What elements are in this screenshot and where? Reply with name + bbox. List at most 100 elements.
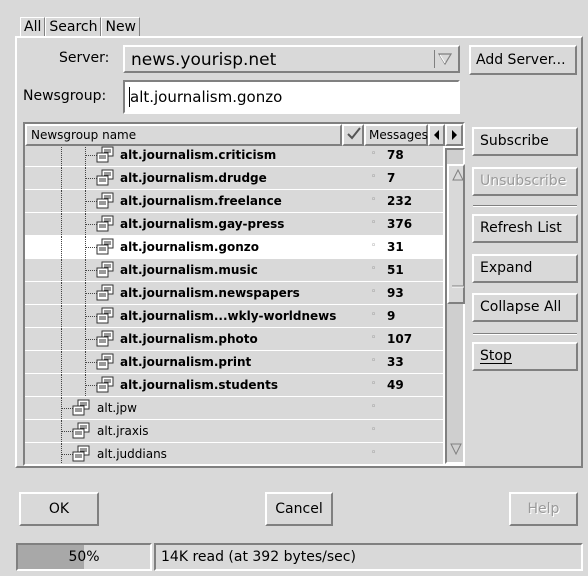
tree-line	[61, 236, 62, 258]
newsgroup-name: alt.journalism.students	[120, 378, 278, 392]
list-item[interactable]: alt.journalism.drudge ◦ 7	[25, 167, 443, 189]
scroll-left-button[interactable]	[428, 124, 445, 146]
help-button[interactable]: Help	[509, 492, 578, 526]
tab-search[interactable]: Search	[45, 17, 102, 37]
newsgroup-name: alt.journalism.print	[120, 355, 252, 369]
help-label: Help	[527, 501, 560, 517]
expand-button[interactable]: Expand	[472, 254, 578, 283]
newsgroup-icon	[95, 146, 115, 168]
newsgroup-name: alt.journalism.criticism	[120, 148, 277, 162]
message-count: 232	[387, 194, 413, 208]
list-item[interactable]: alt.jraxis ◦	[25, 420, 443, 442]
subscribed-indicator: ◦	[371, 333, 377, 343]
tree-line	[61, 374, 62, 396]
newsgroup-name: alt.journalism.music	[120, 263, 258, 277]
subscribed-indicator: ◦	[371, 218, 377, 228]
tree-line	[61, 305, 62, 327]
left-arrow-icon	[434, 130, 439, 140]
list-item[interactable]: alt.jpw ◦	[25, 397, 443, 419]
subscribed-indicator: ◦	[371, 356, 377, 366]
tab-new[interactable]: New	[101, 17, 141, 37]
message-count: 107	[387, 332, 413, 346]
list-item[interactable]: alt.journalism...wkly-worldnews ◦ 9	[25, 305, 443, 327]
subscribed-indicator: ◦	[371, 379, 377, 389]
tree-line	[61, 190, 62, 212]
newsgroup-icon	[95, 169, 115, 191]
right-arrow-icon	[452, 130, 457, 140]
subscribed-indicator: ◦	[371, 241, 377, 251]
subscribed-indicator: ◦	[371, 287, 377, 297]
checkmark-icon	[347, 127, 361, 140]
list-item[interactable]: alt.journalism.criticism ◦ 78	[25, 146, 443, 166]
ok-button[interactable]: OK	[19, 492, 99, 526]
scrollbar-thumb[interactable]	[447, 164, 465, 304]
newsgroup-icon	[95, 376, 115, 398]
dropdown-arrow-icon[interactable]	[434, 50, 454, 68]
newsgroup-name: alt.jraxis	[97, 424, 149, 438]
scroll-right-button[interactable]	[445, 124, 463, 146]
list-item[interactable]: alt.journalism.photo ◦ 107	[25, 328, 443, 350]
column-header-subscribed[interactable]	[342, 124, 364, 146]
newsgroup-label: Newsgroup:	[23, 88, 107, 104]
tab-bar: All Search New	[20, 17, 141, 38]
stop-button[interactable]: Stop	[472, 342, 578, 371]
list-item[interactable]: alt.journalism.gonzo ◦ 31	[25, 236, 443, 258]
separator	[473, 333, 577, 335]
unsubscribe-label: Unsubscribe	[480, 173, 567, 189]
tab-all[interactable]: All	[20, 17, 46, 38]
newsgroup-name: alt.journalism.gay-press	[120, 217, 285, 231]
unsubscribe-button[interactable]: Unsubscribe	[472, 167, 578, 196]
newsgroup-name: alt.journalism.drudge	[120, 171, 267, 185]
newsgroup-list[interactable]: Newsgroup name Messages alt.journalism.c…	[23, 122, 465, 466]
scroll-up-arrow-icon	[452, 168, 464, 181]
cancel-button[interactable]: Cancel	[265, 492, 333, 526]
refresh-list-button[interactable]: Refresh List	[472, 214, 578, 243]
separator	[473, 205, 577, 207]
newsgroup-icon	[95, 330, 115, 352]
vertical-scrollbar[interactable]	[445, 148, 465, 464]
list-item[interactable]: alt.juddians ◦	[25, 443, 443, 464]
subscribe-button[interactable]: Subscribe	[472, 127, 578, 156]
status-message: 14K read (at 392 bytes/sec)	[154, 543, 583, 571]
list-item[interactable]: alt.journalism.gay-press ◦ 376	[25, 213, 443, 235]
newsgroup-name: alt.juddians	[97, 447, 167, 461]
list-item[interactable]: alt.journalism.newspapers ◦ 93	[25, 282, 443, 304]
subscribed-indicator: ◦	[371, 425, 377, 435]
newsgroup-icon	[95, 261, 115, 283]
server-label: Server:	[59, 50, 110, 66]
list-item[interactable]: alt.journalism.students ◦ 49	[25, 374, 443, 396]
collapse-all-button[interactable]: Collapse All	[472, 293, 578, 322]
add-server-button[interactable]: Add Server...	[469, 45, 577, 75]
newsgroup-name: alt.journalism.photo	[120, 332, 258, 346]
list-item[interactable]: alt.journalism.music ◦ 51	[25, 259, 443, 281]
list-item[interactable]: alt.journalism.freelance ◦ 232	[25, 190, 443, 212]
column-header-name[interactable]: Newsgroup name	[25, 124, 342, 146]
server-combobox[interactable]: news.yourisp.net	[123, 45, 460, 73]
column-header-messages[interactable]: Messages	[364, 124, 428, 146]
message-count: 9	[387, 309, 396, 323]
server-value: news.yourisp.net	[131, 50, 277, 70]
tree-line	[85, 146, 86, 166]
subscribed-indicator: ◦	[371, 310, 377, 320]
scroll-down-arrow-icon[interactable]	[449, 442, 463, 456]
tree-line	[61, 259, 62, 281]
newsgroup-name: alt.journalism.newspapers	[120, 286, 300, 300]
message-count: 49	[387, 378, 404, 392]
tree-line	[61, 213, 62, 235]
progress-text: 50%	[68, 549, 100, 565]
newsgroup-name: alt.journalism.freelance	[120, 194, 282, 208]
message-count: 78	[387, 148, 404, 162]
tree-line	[61, 328, 62, 350]
tree-line	[61, 167, 62, 189]
subscribed-indicator: ◦	[371, 264, 377, 274]
tree-line	[61, 351, 62, 373]
newsgroup-icon	[95, 238, 115, 260]
subscribed-indicator: ◦	[371, 448, 377, 458]
tree-line	[61, 146, 62, 166]
progress-bar: 50%	[16, 543, 152, 571]
newsgroup-name: alt.journalism.gonzo	[120, 240, 260, 254]
subscribed-indicator: ◦	[371, 149, 377, 159]
newsgroup-input[interactable]: alt.journalism.gonzo	[123, 80, 460, 114]
list-item[interactable]: alt.journalism.print ◦ 33	[25, 351, 443, 373]
message-count: 7	[387, 171, 396, 185]
